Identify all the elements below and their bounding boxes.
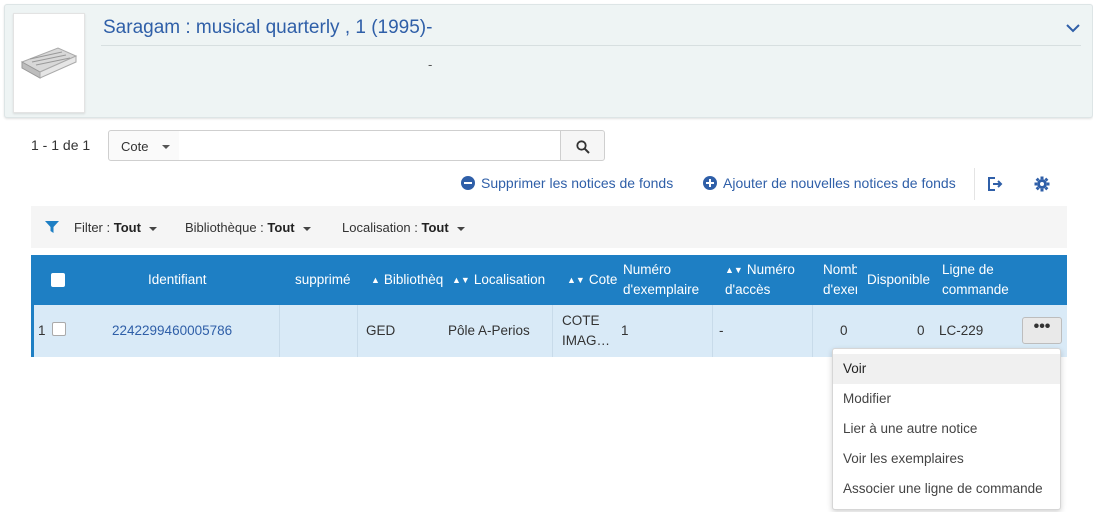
sort-up-icon: ▲ [371,275,380,286]
search-field-select[interactable]: Cote [108,130,180,161]
column-header-identifier[interactable]: Identifiant [148,270,207,290]
menu-item-link-record[interactable]: Lier à une autre notice [833,414,1060,444]
library-filter-label: Bibliothèque : [185,220,264,235]
divider [552,305,553,357]
column-header-accession-number[interactable]: ▲▼ Numéro d'accès [725,260,803,300]
column-header-call-number-label: Cote [588,272,618,287]
add-holdings-button[interactable]: Ajouter de nouvelles notices de fonds [703,175,956,191]
column-header-num-items[interactable]: Nombre d'exemplaires [823,260,857,300]
column-header-call-number[interactable]: ▲▼ Cote [567,270,617,290]
caret-down-icon [148,226,157,231]
call-number-cell: COTE IMAG… [562,313,611,348]
export-icon[interactable] [986,175,1004,193]
num-items-cell: 0 [840,323,848,338]
menu-item-edit[interactable]: Modifier [833,384,1060,414]
column-header-available[interactable]: Disponible [867,270,930,290]
table-header: Identifiant supprimé ▲Bibliothèque ▲▼Loc… [31,255,1067,305]
column-header-library[interactable]: ▲Bibliothèque [371,270,443,290]
serial-book-icon [20,47,78,79]
add-holdings-label: Ajouter de nouvelles notices de fonds [723,175,956,191]
available-cell: 0 [917,323,925,338]
row-checkbox[interactable] [52,322,66,336]
caret-down-icon [456,226,465,231]
search-icon [576,140,590,154]
delete-holdings-button[interactable]: Supprimer les notices de fonds [461,175,673,191]
column-header-location-label: Localisation [473,272,546,287]
sort-icon: ▲▼ [725,265,743,276]
divider [279,305,280,357]
record-header-card: Saragam : musical quarterly , 1 (1995)- … [4,4,1093,118]
caret-down-icon [302,226,311,231]
filter-value: Tout [113,220,141,235]
filter-dropdown[interactable]: Filter : Tout [74,220,157,235]
chevron-down-icon[interactable] [1064,21,1082,35]
filter-label: Filter : [74,220,111,235]
location-filter-label: Localisation : [342,220,418,235]
plus-circle-icon [703,176,717,190]
location-filter-value: Tout [421,220,449,235]
select-all-checkbox[interactable] [51,273,65,287]
identifier-link[interactable]: 2242299460005786 [112,321,232,341]
caret-down-icon [162,145,170,149]
gear-icon[interactable] [1033,175,1051,193]
divider [357,305,358,357]
record-title[interactable]: Saragam : musical quarterly , 1 (1995)- [103,17,432,39]
location-cell: Pôle A-Perios [448,323,530,338]
row-actions-menu: Voir Modifier Lier à une autre notice Vo… [832,348,1061,510]
menu-item-associate-order-line[interactable]: Associer une ligne de commande [833,474,1060,504]
column-header-location[interactable]: ▲▼ Localisation [452,270,545,290]
column-header-copy-number[interactable]: Numéro d'exemplaire [623,260,705,300]
search-field-value: Cote [121,139,149,154]
record-thumbnail [13,13,85,113]
column-header-library-label: Bibliothèque [383,272,443,287]
order-line-cell: LC-229 [939,323,984,338]
row-index: 1 [38,323,46,338]
results-count: 1 - 1 de 1 [31,137,91,153]
divider [712,305,713,357]
column-header-deleted[interactable]: supprimé [295,270,351,290]
menu-item-view[interactable]: Voir [833,354,1060,384]
filter-bar: Filter : Tout Bibliothèque : Tout Locali… [31,206,1067,248]
location-filter-dropdown[interactable]: Localisation : Tout [342,220,465,235]
search-input[interactable] [179,130,561,161]
row-actions-button[interactable]: ••• [1022,317,1062,344]
sort-icon: ▲▼ [452,275,470,286]
delete-holdings-label: Supprimer les notices de fonds [481,175,674,191]
divider [101,45,1081,46]
column-header-order-line[interactable]: Ligne de commande [942,260,1022,300]
sort-icon: ▲▼ [567,275,585,286]
record-subtitle: - [428,57,433,72]
divider [974,168,975,200]
library-filter-value: Tout [267,220,295,235]
search-button[interactable] [560,130,605,161]
menu-item-view-items[interactable]: Voir les exemplaires [833,444,1060,474]
library-filter-dropdown[interactable]: Bibliothèque : Tout [185,220,311,235]
accession-number-cell: - [719,323,724,338]
filter-icon [45,221,59,233]
minus-circle-icon [461,176,475,190]
library-cell: GED [366,323,396,338]
divider [812,305,813,357]
copy-number-cell: 1 [621,323,629,338]
